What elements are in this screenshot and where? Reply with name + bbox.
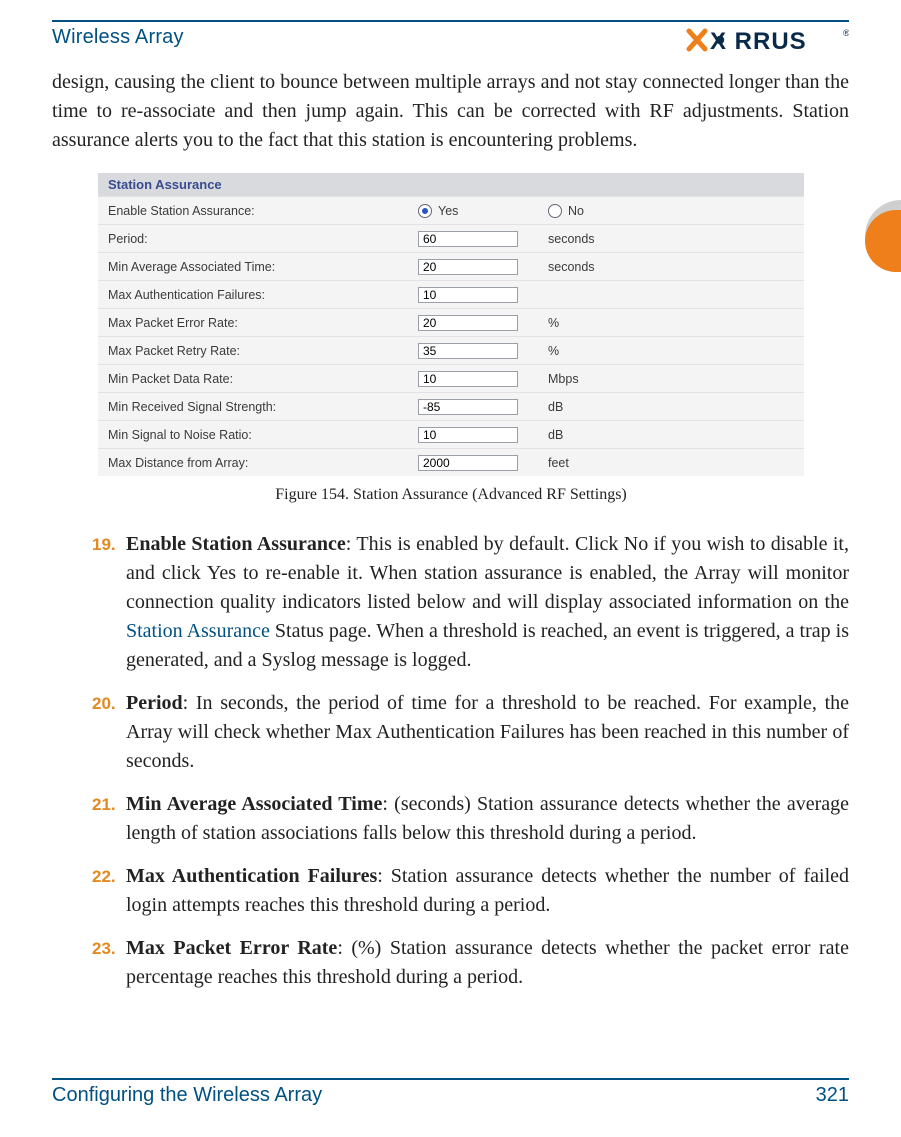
radio-dot-icon [418, 204, 432, 218]
list-item: 22.Max Authentication Failures: Station … [92, 862, 849, 920]
row-value-cell [418, 427, 548, 443]
cross-ref-link[interactable]: Station Assurance [126, 620, 270, 642]
footer-section: Configuring the Wireless Array [52, 1084, 322, 1107]
radio-no-label: No [568, 204, 584, 218]
value-input[interactable] [418, 231, 518, 247]
svg-text:X RRUS: X RRUS [710, 28, 807, 54]
value-input[interactable] [418, 287, 518, 303]
row-unit: % [548, 344, 794, 358]
list-item: 19.Enable Station Assurance: This is ena… [92, 530, 849, 675]
intro-paragraph: design, causing the client to bounce bet… [52, 68, 849, 155]
value-input[interactable] [418, 259, 518, 275]
row-unit: dB [548, 400, 794, 414]
value-input[interactable] [418, 343, 518, 359]
figure-station-assurance: Station Assurance Enable Station Assuran… [98, 173, 804, 504]
thumb-tab [865, 200, 901, 272]
row-value-cell [418, 371, 548, 387]
row-value-cell [418, 343, 548, 359]
table-row: Min Average Associated Time: seconds [98, 252, 804, 280]
list-title: Enable Station Assurance [126, 533, 346, 555]
list-item: 21.Min Average Associated Time: (seconds… [92, 790, 849, 848]
list-item: 23.Max Packet Error Rate: (%) Station as… [92, 934, 849, 992]
list-body: Enable Station Assurance: This is enable… [126, 530, 849, 675]
table-row: Max Packet Retry Rate:% [98, 336, 804, 364]
table-row: Max Distance from Array: feet [98, 448, 804, 476]
row-unit: feet [548, 456, 794, 470]
row-label: Min Received Signal Strength: [108, 400, 418, 414]
row-unit: seconds [548, 232, 794, 246]
row-unit: dB [548, 428, 794, 442]
row-label: Max Packet Error Rate: [108, 316, 418, 330]
row-label: Max Distance from Array: [108, 456, 418, 470]
row-value-cell [418, 455, 548, 471]
xirrus-logo: X RRUS ® [685, 26, 849, 54]
list-title: Max Authentication Failures [126, 865, 377, 887]
radio-dot-icon [548, 204, 562, 218]
value-input[interactable] [418, 315, 518, 331]
row-value-cell [418, 259, 548, 275]
numbered-list: 19.Enable Station Assurance: This is ena… [92, 530, 849, 992]
value-input[interactable] [418, 427, 518, 443]
table-row: Min Signal to Noise Ratio: dB [98, 420, 804, 448]
figure-header: Station Assurance [98, 173, 804, 196]
figure-caption: Figure 154. Station Assurance (Advanced … [98, 486, 804, 504]
table-row: Max Packet Error Rate:% [98, 308, 804, 336]
list-body: Min Average Associated Time: (seconds) S… [126, 790, 849, 848]
running-head: Wireless Array [52, 26, 184, 49]
list-number: 21. [92, 790, 126, 848]
list-title: Max Packet Error Rate [126, 937, 337, 959]
row-value-cell [418, 231, 548, 247]
row-unit: % [548, 316, 794, 330]
row-label: Max Packet Retry Rate: [108, 344, 418, 358]
list-number: 23. [92, 934, 126, 992]
row-unit: Mbps [548, 372, 794, 386]
row-label: Min Signal to Noise Ratio: [108, 428, 418, 442]
list-title: Min Average Associated Time [126, 793, 382, 815]
list-item: 20.Period: In seconds, the period of tim… [92, 689, 849, 776]
radio-yes-label: Yes [438, 204, 458, 218]
table-row: Min Received Signal Strength: dB [98, 392, 804, 420]
svg-text:®: ® [843, 28, 849, 38]
list-number: 20. [92, 689, 126, 776]
row-value-cell [418, 315, 548, 331]
row-label: Enable Station Assurance: [108, 204, 418, 218]
row-value-cell [418, 287, 548, 303]
row-label: Min Average Associated Time: [108, 260, 418, 274]
list-body: Max Packet Error Rate: (%) Station assur… [126, 934, 849, 992]
table-row: Period: seconds [98, 224, 804, 252]
list-title: Period [126, 692, 183, 714]
row-label: Max Authentication Failures: [108, 288, 418, 302]
list-body: Period: In seconds, the period of time f… [126, 689, 849, 776]
table-row: Min Packet Data Rate: Mbps [98, 364, 804, 392]
radio-no[interactable]: No [548, 204, 794, 218]
table-row: Max Authentication Failures: [98, 280, 804, 308]
list-number: 19. [92, 530, 126, 675]
row-label: Min Packet Data Rate: [108, 372, 418, 386]
value-input[interactable] [418, 399, 518, 415]
value-input[interactable] [418, 371, 518, 387]
page-number: 321 [816, 1084, 849, 1107]
top-rule [52, 20, 849, 22]
row-unit: seconds [548, 260, 794, 274]
row-value-cell [418, 399, 548, 415]
value-input[interactable] [418, 455, 518, 471]
radio-yes[interactable]: Yes [418, 204, 548, 218]
row-enable: Enable Station Assurance: Yes No [98, 196, 804, 224]
row-label: Period: [108, 232, 418, 246]
list-body: Max Authentication Failures: Station ass… [126, 862, 849, 920]
list-number: 22. [92, 862, 126, 920]
